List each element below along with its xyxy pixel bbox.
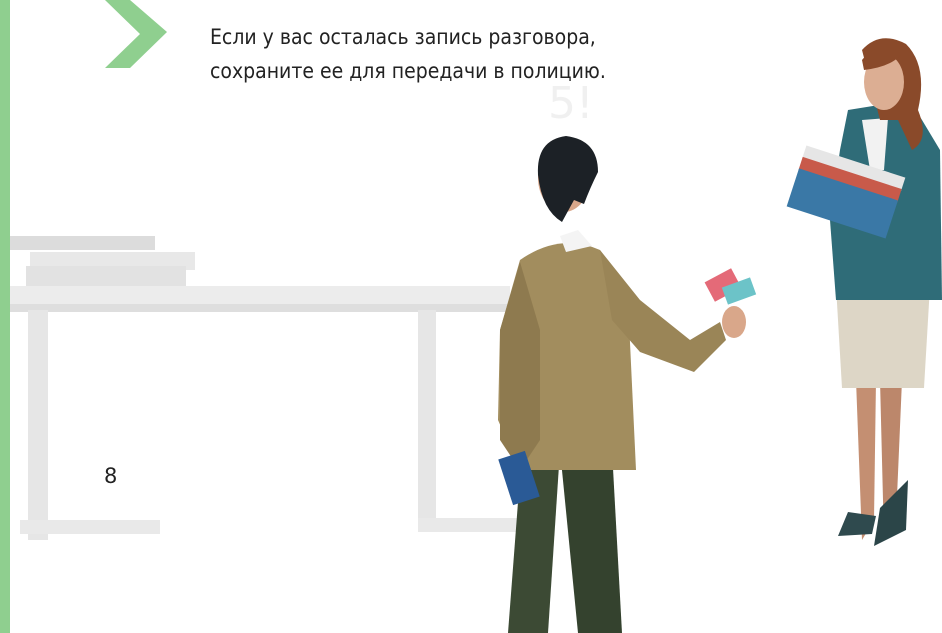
- woman-illustration: [786, 38, 942, 546]
- man-illustration: [498, 136, 757, 633]
- illustration-scene: 5!: [10, 38, 942, 633]
- desk-illustration: [10, 236, 530, 540]
- svg-text:5!: 5!: [548, 78, 594, 129]
- page-number: 8: [104, 464, 118, 488]
